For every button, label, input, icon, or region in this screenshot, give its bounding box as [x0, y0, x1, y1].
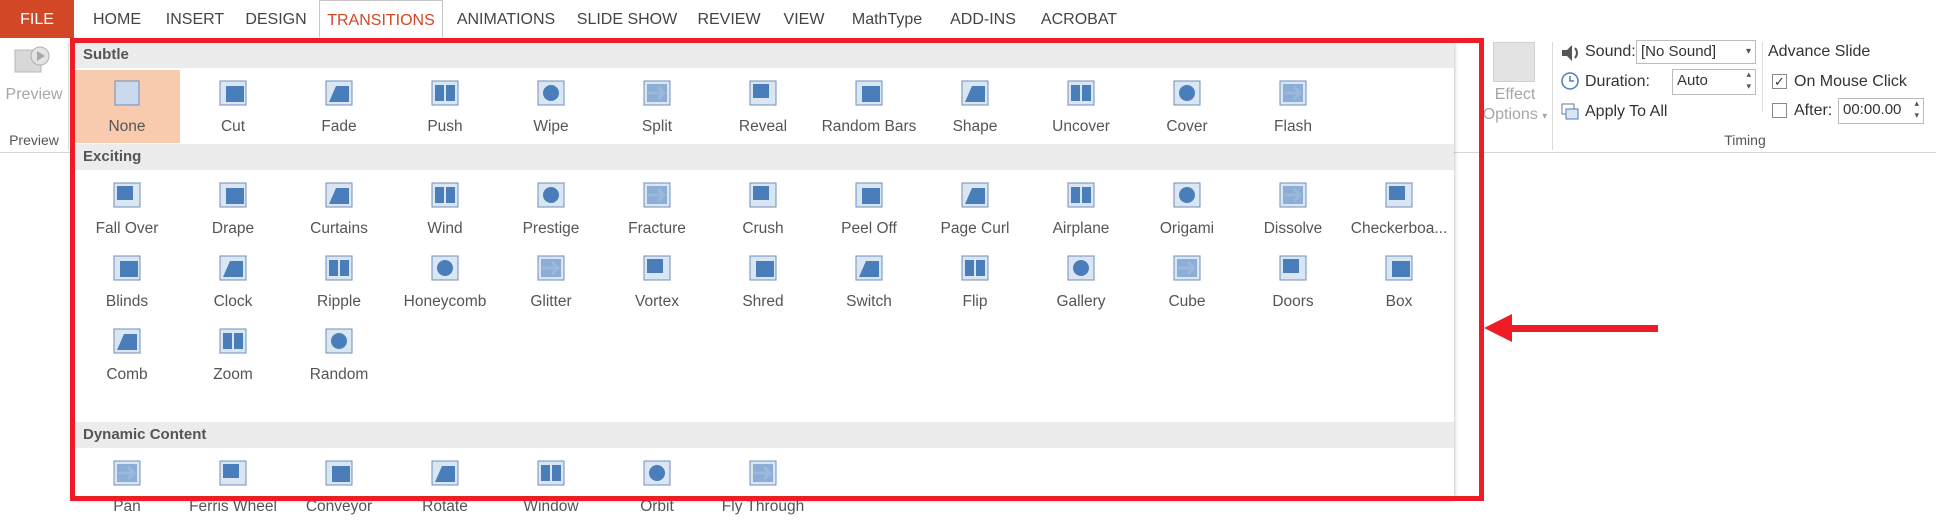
spinner-arrows-icon[interactable]: ▴ ▾	[1914, 97, 1919, 121]
effect-options-label-2: Options ▾	[1482, 106, 1548, 123]
ribbon-tab-bar: FILE HOME INSERT DESIGN TRANSITIONS ANIM…	[0, 0, 1936, 39]
annotation-arrow-head	[1484, 314, 1512, 342]
apply-to-all-button[interactable]: Apply To All	[1560, 100, 1690, 124]
group-separator	[1552, 42, 1553, 150]
apply-all-icon	[1561, 103, 1579, 121]
duration-spinner[interactable]: Auto ▴ ▾	[1672, 69, 1756, 95]
effect-options-icon	[1493, 42, 1535, 82]
effect-options-label-1: Effect	[1494, 86, 1536, 103]
annotation-arrow-shaft	[1508, 325, 1658, 332]
tab-slide-show[interactable]: SLIDE SHOW	[570, 0, 684, 38]
group-separator	[68, 42, 69, 150]
on-mouse-click-label: On Mouse Click	[1794, 73, 1907, 90]
highlight-rectangle	[70, 38, 1484, 501]
sound-icon	[1560, 43, 1582, 63]
after-checkbox[interactable]	[1772, 103, 1787, 118]
advance-slide-title: Advance Slide	[1768, 43, 1871, 60]
preview-icon	[14, 44, 50, 74]
tab-animations[interactable]: ANIMATIONS	[450, 0, 562, 38]
sound-select[interactable]: [No Sound] ▾	[1636, 40, 1756, 64]
tab-add-ins[interactable]: ADD-INS	[942, 0, 1024, 38]
tab-transitions[interactable]: TRANSITIONS	[319, 0, 443, 38]
duration-label: Duration:	[1585, 73, 1650, 90]
preview-button-label: Preview	[5, 86, 63, 103]
clock-icon	[1561, 72, 1579, 90]
after-time-value: 00:00.00	[1843, 101, 1902, 118]
tab-mathtype[interactable]: MathType	[842, 0, 932, 38]
preview-group-label: Preview	[9, 132, 59, 148]
tab-insert[interactable]: INSERT	[160, 0, 230, 38]
group-separator	[1762, 42, 1763, 112]
tab-design[interactable]: DESIGN	[238, 0, 314, 38]
tab-home[interactable]: HOME	[82, 0, 152, 38]
chevron-down-icon: ▾	[1542, 111, 1548, 122]
duration-value: Auto	[1677, 72, 1708, 89]
on-mouse-click-checkbox[interactable]: ✓	[1772, 74, 1787, 89]
tab-file[interactable]: FILE	[0, 0, 74, 38]
after-label: After:	[1794, 102, 1833, 119]
timing-group-label: Timing	[1724, 132, 1766, 148]
sound-select-value: [No Sound]	[1641, 43, 1717, 60]
preview-button[interactable]: Preview	[0, 38, 68, 118]
apply-to-all-label: Apply To All	[1585, 103, 1668, 120]
effect-options-button[interactable]: Effect Options ▾	[1482, 38, 1548, 128]
tab-acrobat[interactable]: ACROBAT	[1034, 0, 1124, 38]
chevron-down-icon: ▾	[1745, 46, 1751, 57]
sound-label: Sound:	[1585, 43, 1636, 60]
tab-review[interactable]: REVIEW	[692, 0, 766, 38]
tab-view[interactable]: VIEW	[776, 0, 832, 38]
after-time-spinner[interactable]: 00:00.00 ▴ ▾	[1838, 98, 1924, 124]
spinner-arrows-icon[interactable]: ▴ ▾	[1746, 68, 1751, 92]
